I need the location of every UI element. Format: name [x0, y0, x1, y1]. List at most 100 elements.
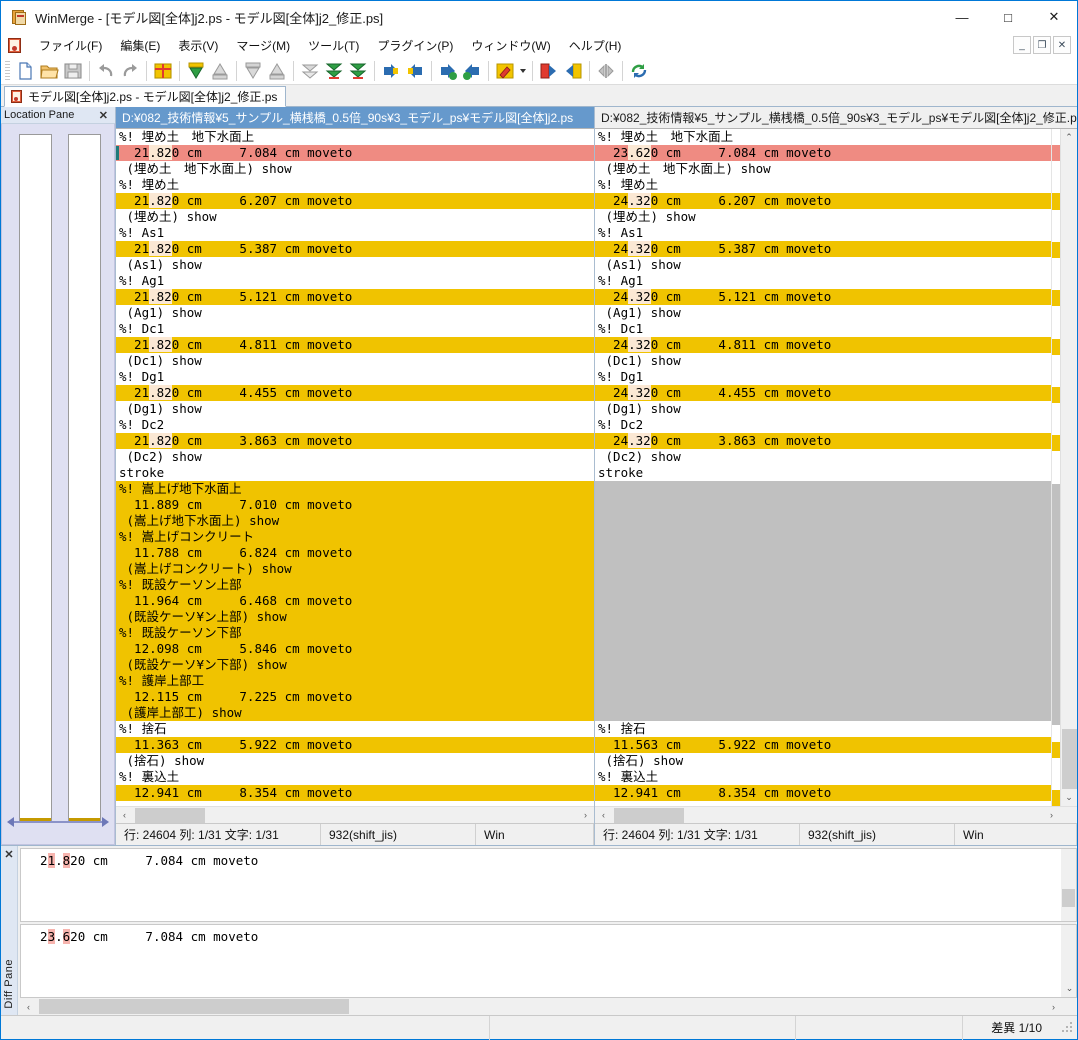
scroll-right-icon[interactable]: › [1045, 998, 1062, 1015]
maximize-button[interactable]: □ [985, 1, 1031, 33]
text-line[interactable]: 21.820 cm 5.121 cm moveto [116, 289, 594, 305]
text-line[interactable]: (捨石) show [595, 753, 1051, 769]
text-line[interactable]: (埋め土 地下水面上) show [595, 161, 1051, 177]
text-line[interactable]: %! 護岸上部工 [116, 673, 594, 689]
diff-pane-right-text[interactable]: 23.620 cm 7.084 cm moveto [21, 925, 1061, 997]
text-line[interactable]: 24.320 cm 3.863 cm moveto [595, 433, 1051, 449]
text-line[interactable] [595, 689, 1051, 705]
text-line[interactable]: 12.098 cm 5.846 cm moveto [116, 641, 594, 657]
text-line[interactable]: 21.820 cm 6.207 cm moveto [116, 193, 594, 209]
text-line[interactable]: %! 嵩上げコンクリート [116, 529, 594, 545]
scroll-left-icon[interactable]: ‹ [595, 807, 612, 824]
undo-icon[interactable] [94, 59, 118, 83]
text-line[interactable]: stroke [116, 465, 594, 481]
text-line[interactable]: 12.941 cm 8.354 cm moveto [116, 785, 594, 801]
text-line[interactable] [595, 641, 1051, 657]
document-tab[interactable]: モデル図[全体]j2.ps - モデル図[全体]j2_修正.ps [4, 86, 287, 107]
text-line[interactable] [595, 513, 1051, 529]
first-diff-grey-icon[interactable] [298, 59, 322, 83]
copy-right-down-icon[interactable] [184, 59, 208, 83]
diff-pane-hscroll-track[interactable] [37, 998, 1045, 1015]
menu-view[interactable]: 表示(V) [169, 34, 227, 57]
save-icon[interactable] [61, 59, 85, 83]
mdi-close-button[interactable]: ✕ [1053, 36, 1071, 54]
text-line[interactable]: %! Ag1 [595, 273, 1051, 289]
left-horizontal-scrollbar[interactable]: ‹ › [116, 806, 594, 823]
line-diff-grey-icon[interactable] [594, 59, 618, 83]
select-line-diff-right-icon[interactable] [537, 59, 561, 83]
next-diff-icon[interactable] [346, 59, 370, 83]
text-line[interactable]: 11.563 cm 5.922 cm moveto [595, 737, 1051, 753]
redo-icon[interactable] [118, 59, 142, 83]
diff-pane-hscroll-thumb[interactable] [39, 999, 349, 1014]
text-line[interactable]: 21.820 cm 7.084 cm moveto [116, 145, 594, 161]
diff-pane-left-scrollbar[interactable] [1061, 849, 1076, 921]
text-line[interactable]: stroke [595, 465, 1051, 481]
text-line[interactable]: %! Dc2 [595, 417, 1051, 433]
diff-pane-left-text[interactable]: 21.820 cm 7.084 cm moveto [21, 849, 1061, 921]
text-line[interactable]: 11.964 cm 6.468 cm moveto [116, 593, 594, 609]
text-line[interactable] [595, 561, 1051, 577]
text-line[interactable]: 21.820 cm 4.811 cm moveto [116, 337, 594, 353]
text-line[interactable]: %! 埋め土 [116, 177, 594, 193]
minimize-button[interactable]: — [939, 1, 985, 33]
text-line[interactable]: 12.115 cm 7.225 cm moveto [116, 689, 594, 705]
text-line[interactable]: 24.320 cm 5.387 cm moveto [595, 241, 1051, 257]
scroll-left-icon[interactable]: ‹ [20, 998, 37, 1015]
text-line[interactable] [595, 625, 1051, 641]
location-bar-left[interactable] [19, 134, 52, 822]
diff-pane-left-scroll-thumb[interactable] [1062, 889, 1075, 907]
scroll-up-icon[interactable]: ⌃ [1061, 129, 1078, 146]
scroll-left-icon[interactable]: ‹ [116, 807, 133, 824]
text-line[interactable]: %! 既設ケーソン上部 [116, 577, 594, 593]
right-vertical-scrollbar[interactable]: ⌃ ⌄ [1060, 129, 1077, 806]
copy-left-advance-icon[interactable] [460, 59, 484, 83]
text-line[interactable] [595, 481, 1051, 497]
left-hscroll-thumb[interactable] [135, 807, 205, 823]
text-line[interactable]: (既設ケーソ¥ン下部) show [116, 657, 594, 673]
text-line[interactable]: %! As1 [116, 225, 594, 241]
text-line[interactable] [595, 577, 1051, 593]
right-file-path-header[interactable]: D:¥082_技術情報¥5_サンプル_横桟橋_0.5倍_90s¥3_モデル_ps… [595, 107, 1077, 129]
close-icon[interactable]: ✕ [4, 848, 13, 861]
text-line[interactable]: %! 裏込土 [116, 769, 594, 785]
menu-help[interactable]: ヘルプ(H) [560, 34, 631, 57]
text-line[interactable]: %! 既設ケーソン下部 [116, 625, 594, 641]
diff-pane-horizontal-scrollbar[interactable]: ‹ › [20, 998, 1077, 1015]
text-line[interactable]: (護岸上部工) show [116, 705, 594, 721]
right-text-area[interactable]: %! 埋め土 地下水面上 23.620 cm 7.084 cm moveto (… [595, 129, 1051, 806]
text-line[interactable]: (嵩上げコンクリート) show [116, 561, 594, 577]
scroll-right-icon[interactable]: › [1043, 807, 1060, 824]
diff-overview-map[interactable] [1051, 129, 1060, 806]
open-icon[interactable] [37, 59, 61, 83]
new-icon[interactable] [13, 59, 37, 83]
text-line[interactable]: 21.820 cm 4.455 cm moveto [116, 385, 594, 401]
text-line[interactable]: %! Dc1 [595, 321, 1051, 337]
text-line[interactable] [595, 609, 1051, 625]
toolbar-grip[interactable] [5, 60, 10, 81]
copy-to-left-icon[interactable] [403, 59, 427, 83]
text-line[interactable]: 21.820 cm 5.387 cm moveto [116, 241, 594, 257]
text-line[interactable]: 11.788 cm 6.824 cm moveto [116, 545, 594, 561]
text-line[interactable]: (Dg1) show [116, 401, 594, 417]
mdi-restore-button[interactable]: ❐ [1033, 36, 1051, 54]
text-line[interactable]: (Dc2) show [116, 449, 594, 465]
refresh-icon[interactable] [627, 59, 651, 83]
text-line[interactable]: (Dc2) show [595, 449, 1051, 465]
text-line[interactable]: 11.889 cm 7.010 cm moveto [116, 497, 594, 513]
location-bar-right[interactable] [68, 134, 101, 822]
text-line[interactable] [595, 545, 1051, 561]
text-line[interactable] [595, 529, 1051, 545]
text-line[interactable]: (捨石) show [116, 753, 594, 769]
left-text-area[interactable]: %! 埋め土 地下水面上 21.820 cm 7.084 cm moveto (… [116, 129, 594, 806]
location-pane-body[interactable] [1, 124, 115, 845]
text-line[interactable]: (嵩上げ地下水面上) show [116, 513, 594, 529]
menu-edit[interactable]: 編集(E) [111, 34, 169, 57]
menu-merge[interactable]: マージ(M) [227, 34, 299, 57]
menu-file[interactable]: ファイル(F) [30, 34, 111, 57]
previous-diff-icon[interactable] [322, 59, 346, 83]
text-line[interactable]: 21.820 cm 3.863 cm moveto [116, 433, 594, 449]
menu-window[interactable]: ウィンドウ(W) [462, 34, 559, 57]
text-line[interactable]: (Dc1) show [595, 353, 1051, 369]
text-line[interactable]: %! As1 [595, 225, 1051, 241]
